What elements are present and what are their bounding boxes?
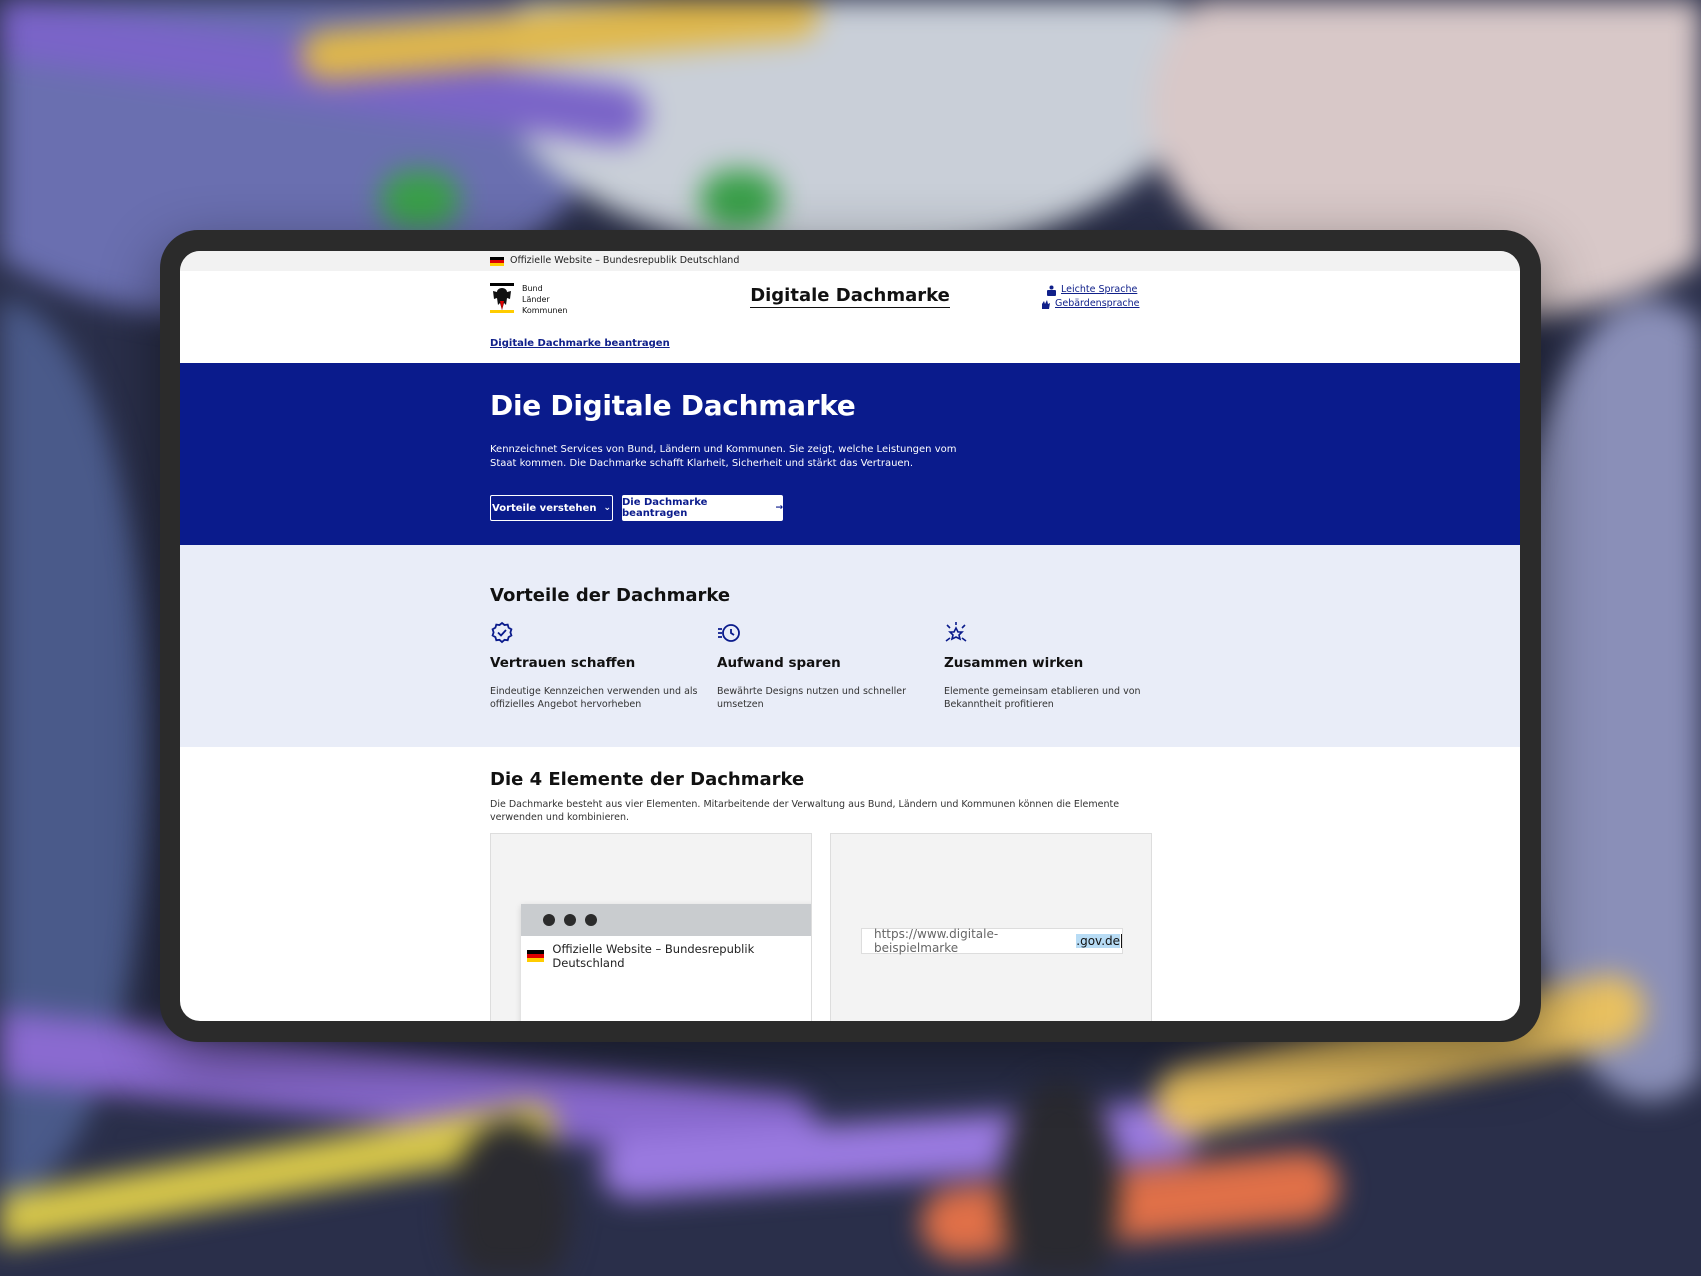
text-caret <box>1121 934 1122 948</box>
german-flag-icon <box>490 257 504 266</box>
mock-browser-window: Offizielle Website – Bundesrepublik Deut… <box>521 904 811 1021</box>
url-prefix: https://www.digitale-beispielmarke <box>874 927 999 955</box>
benefit-title: Aufwand sparen <box>717 655 841 671</box>
site-title-text: Digitale Dachmarke <box>750 285 950 308</box>
sign-language-label: Gebärdensprache <box>1055 298 1140 309</box>
mock-official-bar-text: Offizielle Website – Bundesrepublik Deut… <box>552 942 755 970</box>
url-highlight: .gov.de <box>1076 934 1121 948</box>
clock-speed-icon <box>718 624 740 642</box>
mock-url-field: https://www.digitale-beispielmarke .gov.d… <box>861 927 1123 955</box>
window-dot-icon <box>585 914 597 926</box>
easy-language-link[interactable]: Leichte Sprache <box>1046 283 1140 297</box>
collaboration-icon <box>945 622 967 642</box>
sign-language-icon <box>1042 299 1050 309</box>
benefits-section: Vorteile der Dachmarke Vertrauen schaffe… <box>180 545 1520 747</box>
easy-language-icon <box>1047 285 1056 296</box>
arrow-right-icon: → <box>775 503 783 513</box>
apply-button-label: Die Dachmarke beantragen <box>622 497 708 519</box>
accessibility-links: Leichte Sprache Gebärdensprache <box>1040 283 1140 311</box>
apply-button[interactable]: Die Dachmarke beantragen → <box>622 495 783 521</box>
benefits-button-label: Vorteile verstehen <box>492 502 597 514</box>
benefit-item: Aufwand sparen Bewährte Designs nutzen u… <box>717 621 937 711</box>
benefit-title: Zusammen wirken <box>944 655 1084 671</box>
official-website-bar: Offizielle Website – Bundesrepublik Deut… <box>180 251 1520 271</box>
benefits-title: Vorteile der Dachmarke <box>490 585 731 606</box>
site-title[interactable]: Digitale Dachmarke <box>180 285 1520 308</box>
hero-section: Die Digitale Dachmarke Kennzeichnet Serv… <box>180 363 1520 545</box>
german-flag-icon <box>527 950 545 962</box>
benefit-item: Vertrauen schaffen Eindeutige Kennzeiche… <box>490 621 710 711</box>
chevron-down-icon: ⌄ <box>603 503 611 513</box>
hero-text: Kennzeichnet Services von Bund, Ländern … <box>490 444 957 469</box>
elements-title: Die 4 Elemente der Dachmarke <box>490 769 805 790</box>
hero-title: Die Digitale Dachmarke <box>490 389 856 422</box>
easy-language-label: Leichte Sprache <box>1061 284 1138 295</box>
window-dot-icon <box>543 914 555 926</box>
mock-window-chrome <box>521 904 811 936</box>
tablet-frame: Offizielle Website – Bundesrepublik Deut… <box>160 230 1541 1042</box>
logo-line-kommunen: Kommunen <box>522 306 568 315</box>
elements-text: Die Dachmarke besteht aus vier Elementen… <box>490 799 1120 823</box>
nav-apply-link[interactable]: Digitale Dachmarke beantragen <box>490 338 670 349</box>
official-website-text: Offizielle Website – Bundesrepublik Deut… <box>510 255 740 266</box>
element-card-domain[interactable]: https://www.digitale-beispielmarke .gov.d… <box>830 833 1152 1021</box>
benefit-text: Eindeutige Kennzeichen verwenden und als… <box>490 686 698 710</box>
benefits-button[interactable]: Vorteile verstehen ⌄ <box>490 495 613 521</box>
benefit-text: Bewährte Designs nutzen und schneller um… <box>717 686 907 710</box>
sign-language-link[interactable]: Gebärdensprache <box>1040 297 1140 311</box>
verified-badge-icon <box>491 621 513 644</box>
window-dot-icon <box>564 914 576 926</box>
benefit-title: Vertrauen schaffen <box>490 655 636 671</box>
element-card-official-bar[interactable]: Offizielle Website – Bundesrepublik Deut… <box>490 833 812 1021</box>
benefit-item: Zusammen wirken Elemente gemeinsam etabl… <box>944 621 1164 711</box>
benefit-text: Elemente gemeinsam etablieren und von Be… <box>944 686 1141 710</box>
browser-screen: Offizielle Website – Bundesrepublik Deut… <box>180 251 1520 1021</box>
